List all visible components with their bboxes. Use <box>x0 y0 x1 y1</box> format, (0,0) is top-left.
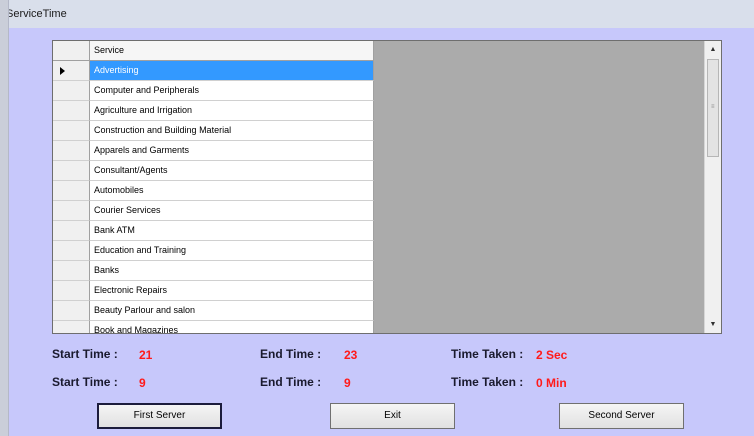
service-cell[interactable]: Bank ATM <box>90 221 374 241</box>
grid-corner-cell[interactable] <box>53 41 90 61</box>
table-row[interactable]: Advertising <box>53 61 374 81</box>
exit-button[interactable]: Exit <box>330 403 455 429</box>
row-header[interactable] <box>53 61 90 81</box>
time-taken-value-1: 2 Sec <box>536 348 568 362</box>
row-header[interactable] <box>53 261 90 281</box>
end-time-value-1: 23 <box>344 348 358 362</box>
service-cell[interactable]: Electronic Repairs <box>90 281 374 301</box>
grid-header-row: Service <box>53 41 374 61</box>
table-row[interactable]: Computer and Peripherals <box>53 81 374 101</box>
time-taken-label-2: Time Taken : <box>451 375 524 389</box>
table-row[interactable]: Book and Magazines <box>53 321 374 333</box>
table-row[interactable]: Education and Training <box>53 241 374 261</box>
row-header[interactable] <box>53 301 90 321</box>
second-server-button[interactable]: Second Server <box>559 403 684 429</box>
table-row[interactable]: Apparels and Garments <box>53 141 374 161</box>
first-server-button[interactable]: First Server <box>97 403 222 429</box>
table-row[interactable]: Electronic Repairs <box>53 281 374 301</box>
grid-rows: Advertising Computer and Peripherals Agric… <box>53 61 374 333</box>
table-row[interactable]: Courier Services <box>53 201 374 221</box>
table-row[interactable]: Bank ATM <box>53 221 374 241</box>
time-taken-value-2: 0 Min <box>536 376 567 390</box>
service-cell[interactable]: Education and Training <box>90 241 374 261</box>
table-row[interactable]: Banks <box>53 261 374 281</box>
end-time-value-2: 9 <box>344 376 351 390</box>
row-pointer-icon <box>60 67 65 75</box>
table-row[interactable]: Consultant/Agents <box>53 161 374 181</box>
service-cell[interactable]: Agriculture and Irrigation <box>90 101 374 121</box>
table-row[interactable]: Construction and Building Material <box>53 121 374 141</box>
row-header[interactable] <box>53 101 90 121</box>
start-time-label-1: Start Time : <box>52 347 118 361</box>
row-header[interactable] <box>53 281 90 301</box>
service-cell[interactable]: Apparels and Garments <box>90 141 374 161</box>
time-taken-label-1: Time Taken : <box>451 347 524 361</box>
row-header[interactable] <box>53 121 90 141</box>
scroll-thumb[interactable]: ≡ <box>707 59 719 157</box>
table-row[interactable]: Automobiles <box>53 181 374 201</box>
service-cell[interactable]: Construction and Building Material <box>90 121 374 141</box>
window-title: ServiceTime <box>6 8 67 20</box>
window-left-edge <box>0 0 9 436</box>
row-header[interactable] <box>53 181 90 201</box>
service-time-window: ServiceTime Service Advertising Computer … <box>0 0 754 436</box>
table-row[interactable]: Beauty Parlour and salon <box>53 301 374 321</box>
table-row[interactable]: Agriculture and Irrigation <box>53 101 374 121</box>
service-cell[interactable]: Courier Services <box>90 201 374 221</box>
service-cell[interactable]: Advertising <box>90 61 374 81</box>
title-bar[interactable]: ServiceTime <box>0 0 754 28</box>
row-header[interactable] <box>53 221 90 241</box>
scroll-down-arrow-icon[interactable]: ▼ <box>705 316 721 333</box>
row-header[interactable] <box>53 241 90 261</box>
scroll-up-arrow-icon[interactable]: ▲ <box>705 41 721 58</box>
service-cell[interactable]: Automobiles <box>90 181 374 201</box>
end-time-label-2: End Time : <box>260 375 322 389</box>
start-time-label-2: Start Time : <box>52 375 118 389</box>
row-header[interactable] <box>53 81 90 101</box>
row-header[interactable] <box>53 161 90 181</box>
service-cell[interactable]: Banks <box>90 261 374 281</box>
row-header[interactable] <box>53 141 90 161</box>
service-cell[interactable]: Beauty Parlour and salon <box>90 301 374 321</box>
service-cell[interactable]: Computer and Peripherals <box>90 81 374 101</box>
service-cell[interactable]: Book and Magazines <box>90 321 374 333</box>
grip-icon: ≡ <box>711 104 715 110</box>
start-time-value-1: 21 <box>139 348 153 362</box>
service-grid[interactable]: Service Advertising Computer and Peripher… <box>52 40 722 334</box>
service-cell[interactable]: Consultant/Agents <box>90 161 374 181</box>
grid-table: Service Advertising Computer and Peripher… <box>53 41 374 333</box>
row-header[interactable] <box>53 201 90 221</box>
vertical-scrollbar[interactable]: ▲ ≡ ▼ <box>704 41 721 333</box>
end-time-label-1: End Time : <box>260 347 322 361</box>
start-time-value-2: 9 <box>139 376 146 390</box>
column-header-service[interactable]: Service <box>90 41 374 61</box>
row-header[interactable] <box>53 321 90 333</box>
